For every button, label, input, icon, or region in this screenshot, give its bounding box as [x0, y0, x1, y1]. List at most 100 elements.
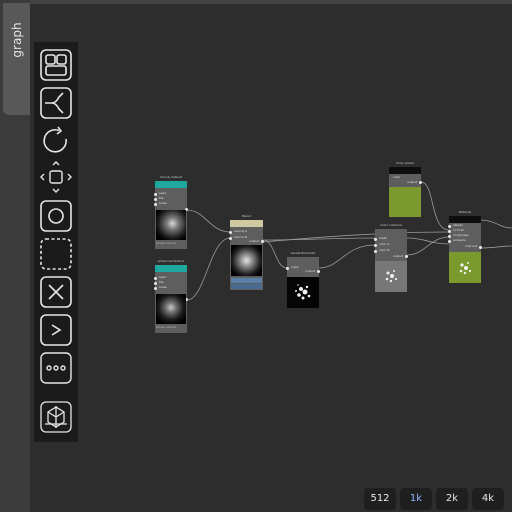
port-label: color A — [379, 242, 390, 246]
input-port[interactable] — [154, 282, 157, 285]
frame-tool-button[interactable] — [39, 48, 73, 82]
node-title: Advanced texture — [157, 259, 185, 263]
dashed-rect-icon — [40, 238, 72, 270]
input-port[interactable] — [154, 198, 157, 201]
output-port[interactable] — [405, 255, 408, 258]
material-pattern-icon — [459, 262, 472, 275]
port-label: emission — [453, 238, 467, 242]
port-label: output — [305, 269, 315, 273]
port-label: scale — [159, 285, 167, 289]
port-label: tile — [159, 196, 164, 200]
graph-canvas[interactable] — [30, 4, 512, 512]
resolution-1k-button[interactable]: 1k — [400, 488, 432, 510]
blend-mode-bar[interactable] — [231, 278, 262, 283]
port-label: output — [393, 254, 403, 258]
port-label: output — [407, 180, 417, 184]
input-port[interactable] — [374, 250, 377, 253]
port-label: output — [249, 239, 259, 243]
material-preview-thumbnail — [449, 252, 481, 283]
port-label: color — [393, 175, 401, 179]
node-footer: Simple noise 2D — [156, 242, 177, 245]
view-3d-tool-button[interactable] — [39, 400, 73, 434]
resolution-512-button[interactable]: 512 — [364, 488, 396, 510]
rotate-icon — [43, 126, 67, 153]
node-color-combine[interactable]: Color combine mask color A color B outpu… — [374, 223, 408, 292]
ellipsis-icon — [40, 352, 72, 384]
node-header — [389, 167, 421, 174]
output-port[interactable] — [261, 240, 264, 243]
circle-tool-button[interactable] — [39, 199, 73, 233]
x-icon — [40, 276, 72, 308]
port-label: mat out — [465, 244, 477, 248]
output-port[interactable] — [479, 246, 482, 249]
move-icon — [40, 161, 72, 193]
port-label: source A — [234, 229, 247, 233]
node-header — [449, 216, 481, 223]
node-header — [375, 229, 407, 236]
combine-preview-thumbnail — [375, 261, 407, 292]
port-label: scale — [159, 201, 167, 205]
color-swatch[interactable] — [389, 187, 421, 217]
node-title: Color combine — [380, 223, 402, 227]
input-port[interactable] — [374, 244, 377, 247]
input-port[interactable] — [154, 287, 157, 290]
graph-tab-label: graph — [9, 22, 24, 58]
branch-icon — [40, 87, 72, 119]
node-blend[interactable]: Blend source A source B output — [229, 214, 264, 290]
delete-tool-button[interactable] — [39, 275, 73, 309]
tool-palette — [34, 42, 78, 442]
blend-preview-thumbnail — [231, 245, 262, 276]
input-port[interactable] — [448, 235, 451, 238]
circle-icon — [40, 200, 72, 232]
node-title: Cloudy default — [160, 175, 182, 179]
more-tool-button[interactable] — [39, 351, 73, 385]
port-label: input — [291, 265, 299, 269]
input-port[interactable] — [154, 203, 157, 206]
node-title: Material — [458, 210, 472, 214]
branch-tool-button[interactable] — [39, 86, 73, 120]
chevron-right-icon — [40, 314, 72, 346]
input-port[interactable] — [154, 277, 157, 280]
rotate-tool-button[interactable] — [39, 124, 73, 158]
next-tool-button[interactable] — [39, 313, 73, 347]
select-rect-tool-button[interactable] — [39, 237, 73, 271]
input-port[interactable] — [229, 237, 232, 240]
input-port[interactable] — [448, 230, 451, 233]
output-port[interactable] — [419, 181, 422, 184]
input-port[interactable] — [448, 240, 451, 243]
node-levels[interactable]: Levels threshold input output — [286, 251, 320, 308]
cloud-preview-thumbnail — [156, 210, 186, 240]
port-label: seed — [159, 191, 167, 195]
port-label: normal — [453, 228, 464, 232]
cloud-preview-thumbnail — [156, 294, 186, 324]
node-header — [155, 181, 187, 188]
input-port[interactable] — [286, 267, 289, 270]
output-port[interactable] — [317, 270, 320, 273]
node-header — [155, 265, 187, 272]
resolution-4k-button[interactable]: 4k — [472, 488, 504, 510]
input-port[interactable] — [374, 238, 377, 241]
node-title: Blend — [242, 214, 251, 218]
opacity-bar[interactable] — [231, 284, 262, 289]
input-port[interactable] — [229, 231, 232, 234]
input-port[interactable] — [154, 193, 157, 196]
node-noise-a[interactable]: Cloudy default seed tile scale Simple no… — [154, 175, 188, 249]
node-title: Levels threshold — [290, 251, 316, 255]
port-label: albedo — [453, 223, 464, 227]
port-label: roughness — [453, 233, 469, 237]
node-color-picker[interactable]: Color picker color output — [389, 161, 422, 217]
combine-pattern-icon — [385, 270, 398, 283]
port-label: source B — [234, 235, 247, 239]
move-tool-button[interactable] — [39, 160, 73, 194]
port-label: color B — [379, 248, 390, 252]
port-label: mask — [379, 236, 388, 240]
node-title: Color picker — [396, 161, 414, 165]
input-port[interactable] — [448, 225, 451, 228]
resolution-selector: 512 1k 2k 4k — [364, 488, 512, 512]
resolution-2k-button[interactable]: 2k — [436, 488, 468, 510]
node-material[interactable]: Material albedo normal roughness emissio… — [448, 210, 482, 283]
threshold-pattern-icon — [295, 284, 311, 300]
graph-tab[interactable]: graph — [3, 3, 30, 115]
node-noise-b[interactable]: Advanced texture seed tile scale Simple … — [154, 259, 188, 333]
node-header — [287, 257, 319, 264]
